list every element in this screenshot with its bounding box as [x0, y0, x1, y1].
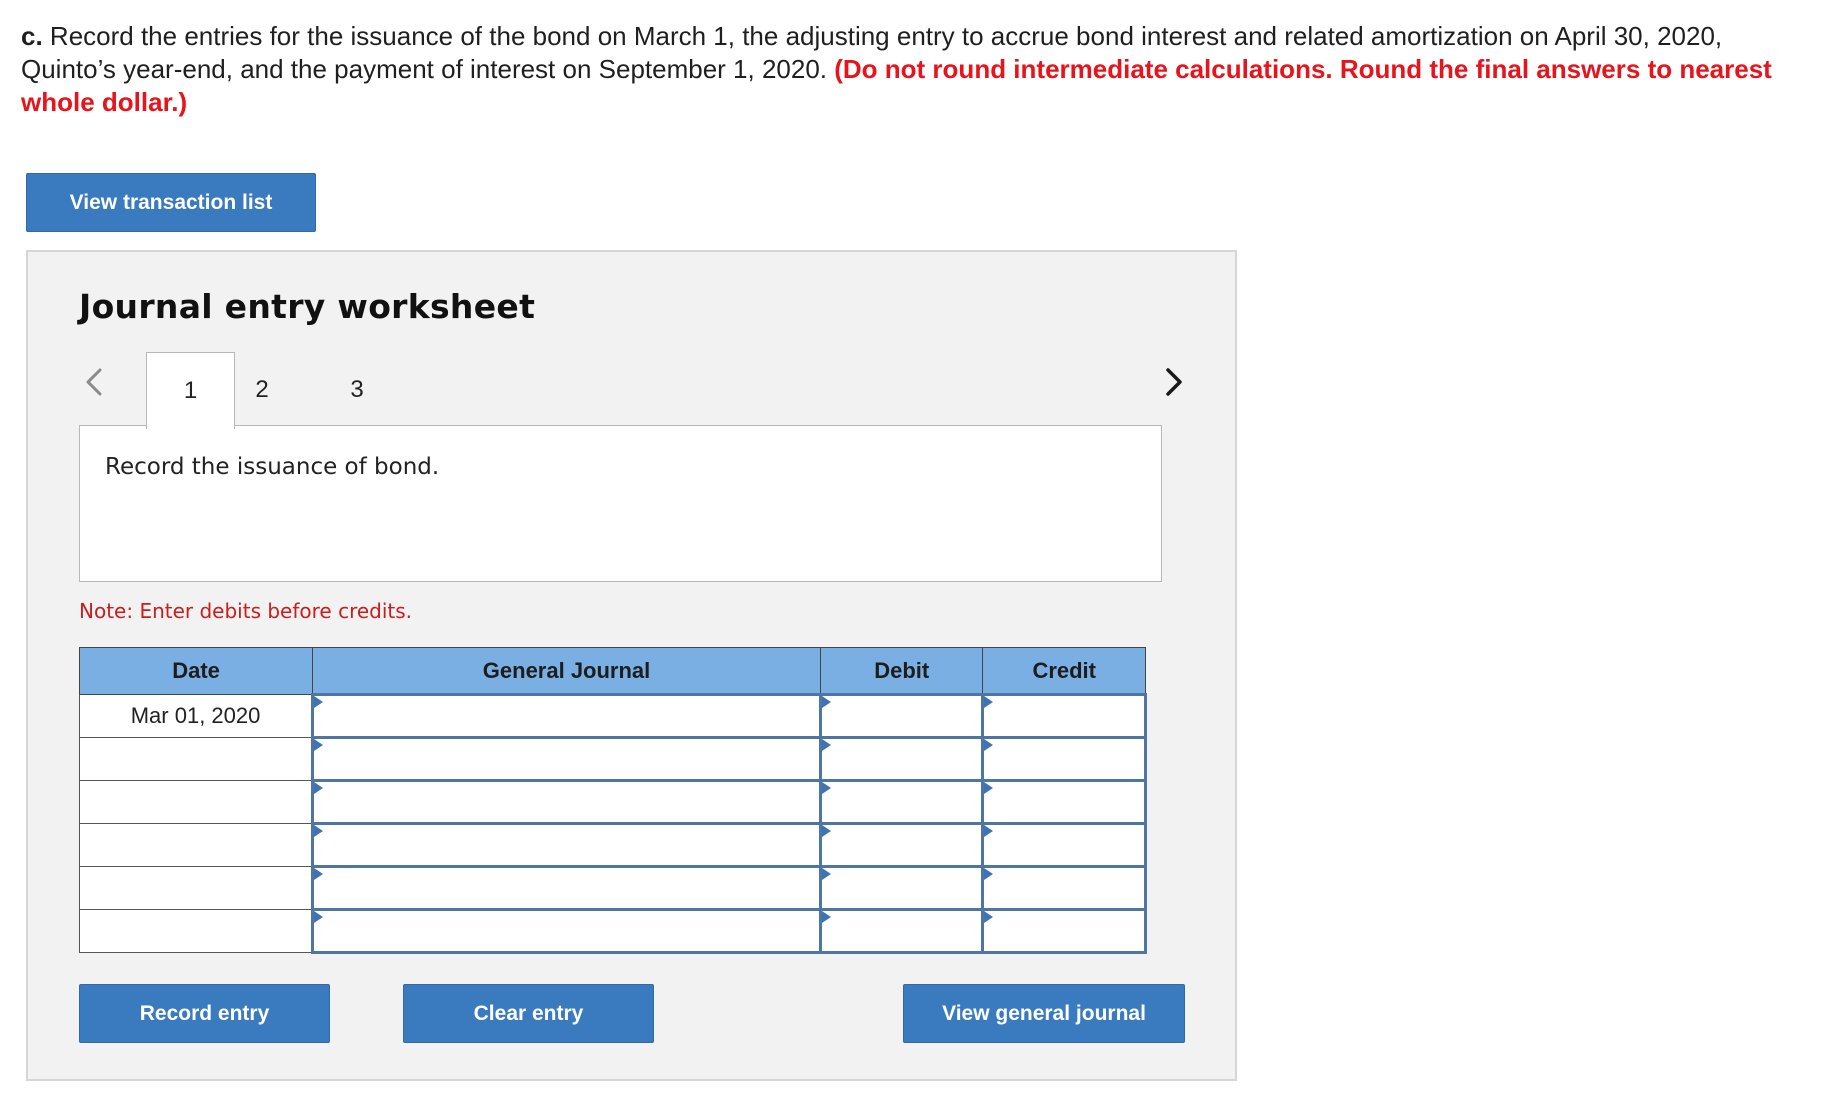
credit-input[interactable]	[981, 865, 1147, 911]
credit-header: Credit	[982, 647, 1146, 695]
date-header: Date	[78, 647, 314, 695]
account-dropdown[interactable]	[311, 822, 822, 868]
table-row	[78, 865, 1147, 911]
debit-input[interactable]	[818, 736, 985, 782]
credit-input[interactable]	[981, 779, 1147, 825]
date-cell: Mar 01, 2020	[78, 694, 314, 738]
credit-input[interactable]	[981, 908, 1147, 954]
table-row	[78, 736, 1147, 782]
credit-input[interactable]	[981, 736, 1147, 782]
table-row: Mar 01, 2020	[78, 693, 1147, 739]
entry-prompt: Record the issuance of bond.	[105, 454, 440, 480]
debit-input[interactable]	[818, 693, 985, 739]
tab-entry-3[interactable]: 3	[331, 352, 383, 427]
record-entry-button[interactable]: Record entry	[79, 984, 330, 1043]
tab-entry-2[interactable]: 2	[236, 352, 288, 427]
account-dropdown[interactable]	[311, 865, 822, 911]
worksheet-title: Journal entry worksheet	[79, 287, 536, 326]
debits-note: Note: Enter debits before credits.	[79, 599, 413, 623]
journal-entry-worksheet: Journal entry worksheet 1 2 3 Record the…	[26, 250, 1237, 1081]
debit-input[interactable]	[818, 779, 985, 825]
account-dropdown[interactable]	[311, 779, 822, 825]
debit-input[interactable]	[818, 822, 985, 868]
journal-header-row: Date General Journal Debit Credit	[78, 647, 1146, 695]
clear-entry-button[interactable]: Clear entry	[403, 984, 654, 1043]
entry-prompt-box: Record the issuance of bond.	[79, 425, 1162, 582]
account-dropdown[interactable]	[311, 908, 822, 954]
table-row	[78, 822, 1147, 868]
tab-entry-1[interactable]: 1	[146, 352, 235, 429]
journal-table: Date General Journal Debit Credit Mar 01…	[78, 647, 1147, 954]
date-cell	[78, 737, 314, 781]
debit-input[interactable]	[818, 908, 985, 954]
credit-input[interactable]	[981, 822, 1147, 868]
date-cell	[78, 780, 314, 824]
date-cell	[78, 823, 314, 867]
debit-input[interactable]	[818, 865, 985, 911]
debit-header: Debit	[819, 647, 984, 695]
view-general-journal-button[interactable]: View general journal	[903, 984, 1185, 1043]
chevron-right-icon[interactable]	[1158, 362, 1188, 402]
credit-input[interactable]	[981, 693, 1147, 739]
table-row	[78, 779, 1147, 825]
view-transaction-list-button[interactable]: View transaction list	[26, 173, 316, 232]
part-label: c.	[21, 21, 43, 51]
account-dropdown[interactable]	[311, 736, 822, 782]
date-cell	[78, 909, 314, 953]
table-row	[78, 908, 1147, 954]
date-cell	[78, 866, 314, 910]
account-dropdown[interactable]	[311, 693, 822, 739]
chevron-left-icon[interactable]	[80, 362, 110, 402]
general-journal-header: General Journal	[312, 647, 821, 695]
question-instructions: c. Record the entries for the issuance o…	[21, 20, 1781, 119]
